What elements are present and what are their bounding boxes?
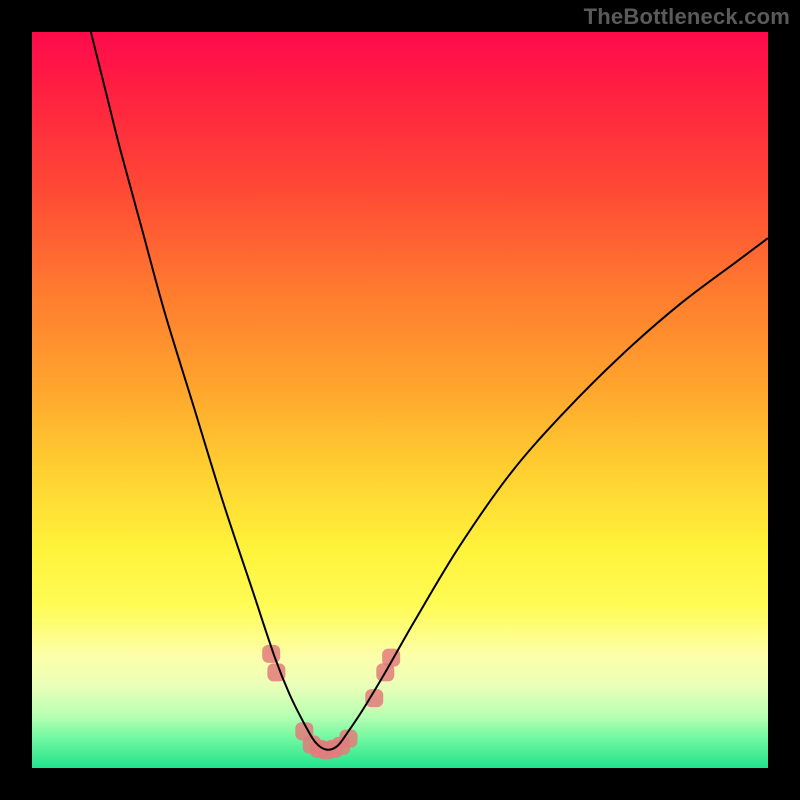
curve-layer — [32, 32, 768, 768]
bottleneck-curve — [91, 32, 768, 750]
chart-frame: TheBottleneck.com — [0, 0, 800, 800]
plot-area — [32, 32, 768, 768]
trough-marker-group — [262, 645, 400, 759]
watermark-text: TheBottleneck.com — [584, 4, 790, 30]
